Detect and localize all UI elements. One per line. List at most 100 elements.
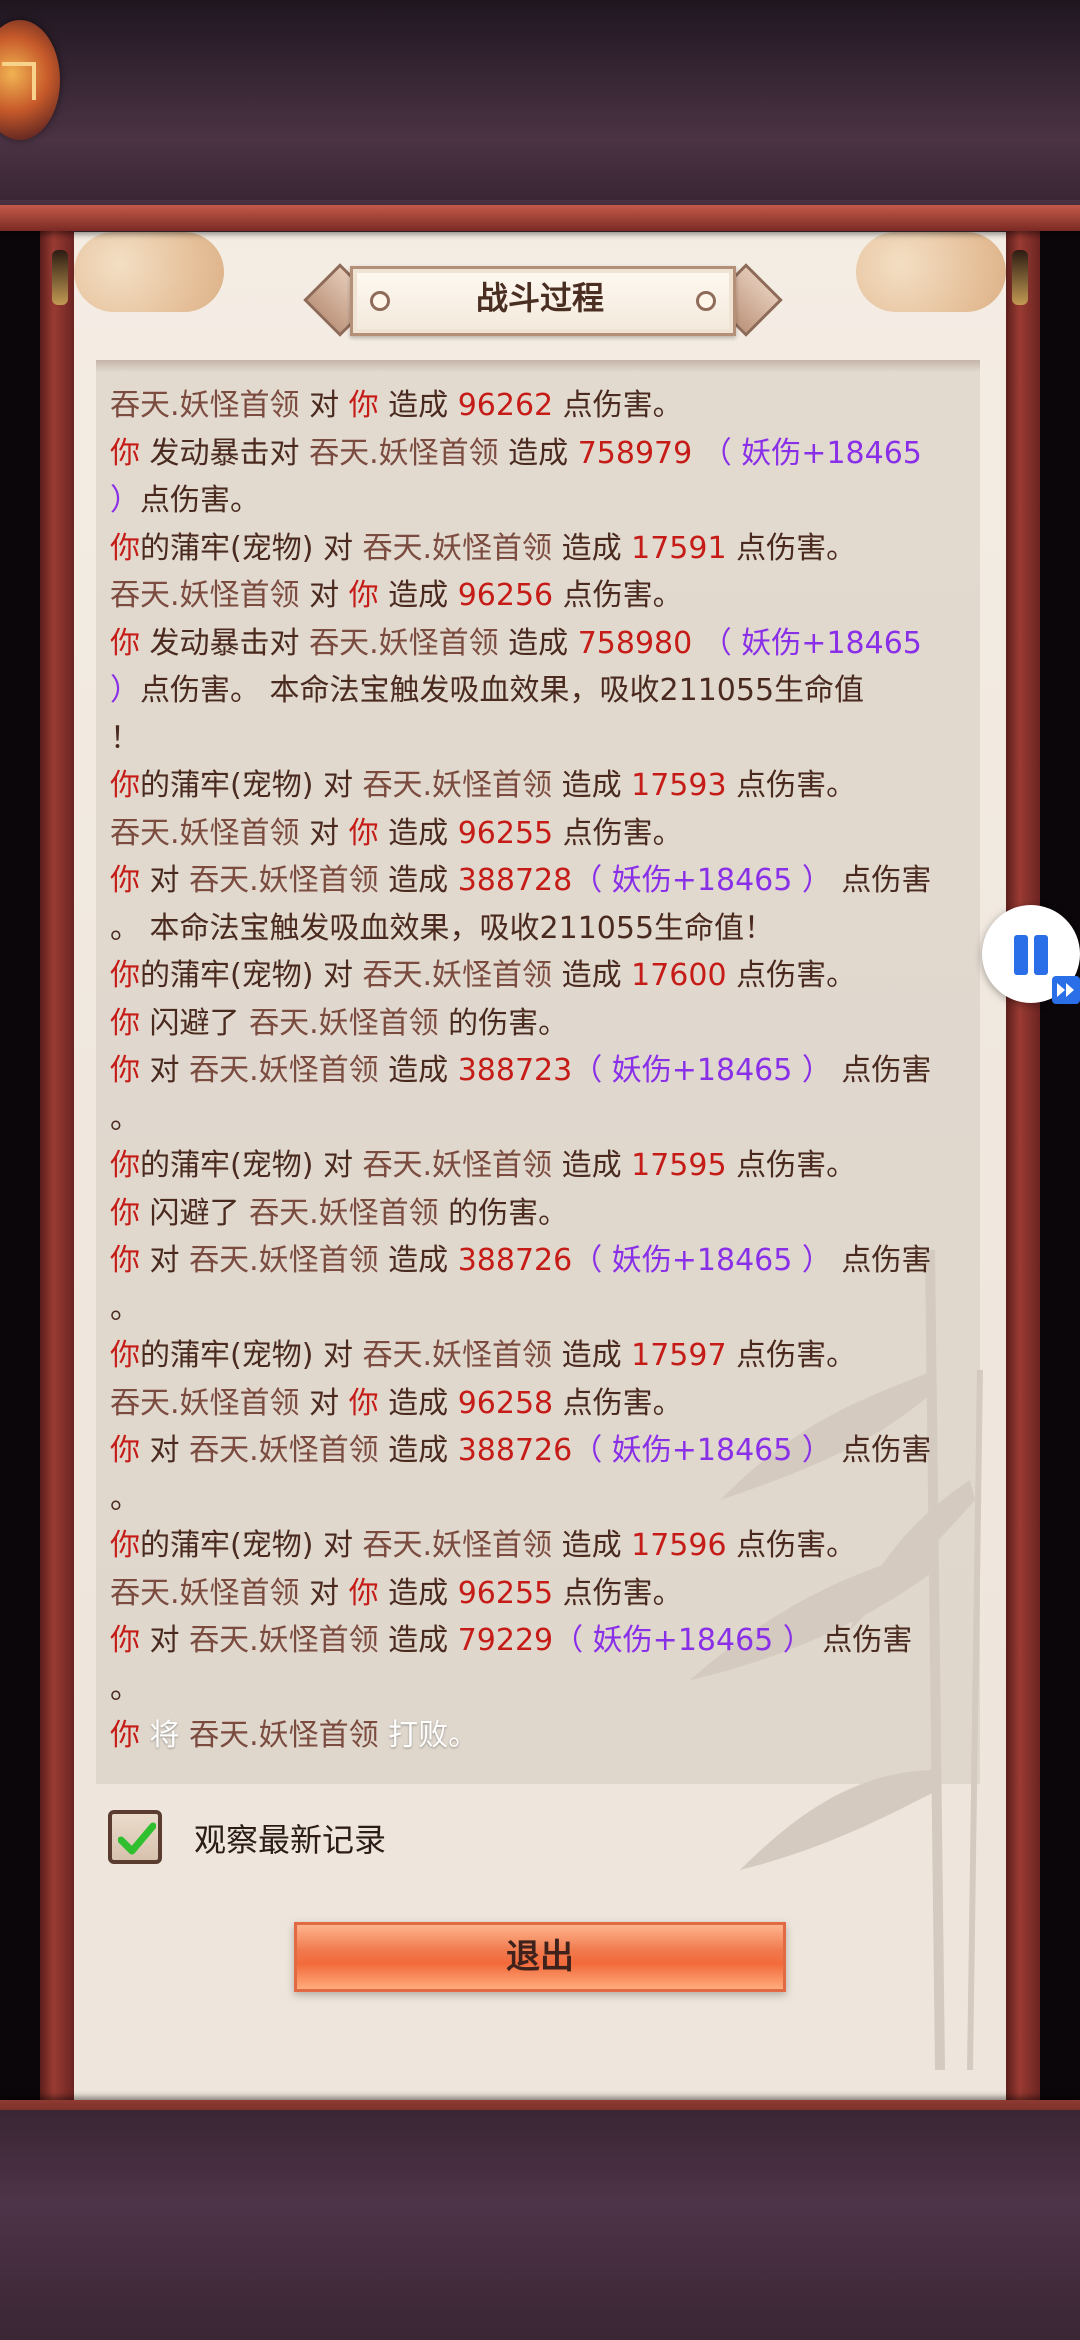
log-segment-bonus: （ 妖伤+18465 ） [572, 1433, 832, 1468]
log-segment-enemy: 吞天.妖怪首领 [362, 1528, 553, 1563]
log-segment-bonus: （ 妖伤+18465 [692, 435, 922, 471]
bottom-bar [0, 2110, 1080, 2340]
log-segment-bonus: （ 妖伤+18465 ） [553, 1623, 813, 1658]
log-segment-text: 的蒲牢(宠物) 对 [140, 1528, 363, 1563]
fast-forward-button[interactable] [1052, 976, 1080, 1004]
log-segment-you: 你 [110, 768, 140, 803]
log-segment-text: 点伤害。 本命法宝触发吸血效果，吸收211055生命值 [140, 673, 865, 708]
log-segment-enemy: 吞天.妖怪首领 [189, 1433, 379, 1468]
log-line: 你 对 吞天.妖怪首领 造成 388723（ 妖伤+18465 ） 点伤害 [110, 1047, 970, 1095]
log-segment-you: 你 [348, 578, 379, 613]
log-segment-enemy: 吞天.妖怪首领 [189, 1243, 379, 1278]
battle-log-scroll-area[interactable]: 吞天.妖怪首领 对 你 造成 96262 点伤害。你 发动暴击对 吞天.妖怪首领… [96, 360, 980, 1784]
log-line: 你的蒲牢(宠物) 对 吞天.妖怪首领 造成 17595 点伤害。 [110, 1142, 970, 1190]
log-segment-text: 发动暴击对 [140, 435, 310, 471]
log-line: 吞天.妖怪首领 对 你 造成 96255 点伤害。 [110, 810, 970, 858]
log-segment-enemy: 吞天.妖怪首领 [309, 435, 499, 471]
log-line: 你 将 吞天.妖怪首领 打败。 [110, 1712, 970, 1760]
log-segment-text: 点伤害 [831, 1053, 932, 1088]
log-segment-num: 388726 [457, 1433, 573, 1468]
pause-icon [1014, 935, 1028, 975]
title-plaque: 战斗过程 [303, 260, 783, 340]
log-segment-num: 17593 [631, 768, 727, 803]
log-segment-you: 你 [110, 435, 140, 471]
log-segment-text: 的蒲牢(宠物) 对 [140, 1338, 363, 1373]
observe-latest-checkbox[interactable] [108, 1810, 162, 1864]
log-segment-text: 对 [140, 1053, 190, 1088]
log-line: 你 对 吞天.妖怪首领 造成 388728（ 妖伤+18465 ） 点伤害 [110, 857, 970, 905]
log-line: 。 [110, 1095, 970, 1143]
log-segment-text: 对 [140, 1433, 190, 1468]
log-segment-text: ！ [110, 720, 140, 756]
page-title: 战斗过程 [475, 279, 604, 317]
log-segment-num: 758980 [577, 625, 693, 661]
log-segment-text: 点伤害。 [553, 578, 683, 613]
log-segment-text: 点伤害 [831, 1243, 932, 1278]
log-segment-enemy: 吞天.妖怪首领 [110, 578, 300, 613]
log-line: 。 [110, 1475, 970, 1523]
side-shadow-right [1040, 220, 1080, 2110]
log-segment-text: 点伤害 [812, 1623, 913, 1658]
pause-icon-bar [1034, 935, 1048, 975]
log-line: 你的蒲牢(宠物) 对 吞天.妖怪首领 造成 17593 点伤害。 [110, 762, 970, 810]
log-line: 你 对 吞天.妖怪首领 造成 79229（ 妖伤+18465 ） 点伤害 [110, 1617, 970, 1665]
log-segment-text: 造成 [378, 1385, 458, 1421]
log-segment-enemy: 吞天.妖怪首领 [110, 1385, 300, 1421]
log-segment-you: 你 [110, 1528, 140, 1563]
frame-rail-top [0, 205, 1080, 231]
log-segment-num: 388723 [457, 1053, 573, 1088]
log-segment-enemy: 吞天.妖怪首领 [189, 1718, 379, 1753]
log-segment-text: 点伤害。 [726, 1338, 857, 1373]
log-line: 你 发动暴击对 吞天.妖怪首领 造成 758980 （ 妖伤+18465 [110, 620, 970, 668]
log-segment-text: 点伤害。 [553, 815, 683, 851]
log-segment-num: 17591 [631, 530, 727, 566]
log-line: 你的蒲牢(宠物) 对 吞天.妖怪首领 造成 17591 点伤害。 [110, 525, 970, 573]
log-segment-text: 对 [140, 863, 190, 898]
log-segment-text: 造成 [378, 1053, 458, 1088]
log-segment-bonus: ） [110, 483, 140, 518]
observe-latest-label[interactable]: 观察最新记录 [194, 1818, 386, 1862]
log-line: 吞天.妖怪首领 对 你 造成 96258 点伤害。 [110, 1380, 970, 1428]
side-shadow-left [0, 220, 40, 2110]
log-segment-text: 对 [299, 1385, 349, 1421]
log-segment-num: 758979 [577, 435, 693, 471]
log-segment-text: 。 [110, 1290, 140, 1326]
log-segment-text: 对 [140, 1243, 190, 1278]
log-segment-you: 你 [110, 625, 140, 661]
log-segment-text: 点伤害。 [726, 1528, 857, 1563]
log-segment-enemy: 吞天.妖怪首领 [309, 625, 499, 661]
log-line: 你 对 吞天.妖怪首领 造成 388726（ 妖伤+18465 ） 点伤害 [110, 1427, 970, 1475]
cloud-ornament-left [74, 232, 224, 312]
tassel-left-icon [52, 250, 68, 305]
log-line: 吞天.妖怪首领 对 你 造成 96262 点伤害。 [110, 382, 970, 430]
log-segment-num: 17596 [631, 1528, 727, 1563]
log-segment-text: 对 [299, 815, 349, 851]
log-segment-text: 造成 [378, 1575, 458, 1611]
log-line: 你 闪避了 吞天.妖怪首领 的伤害。 [110, 1000, 970, 1048]
log-segment-you: 你 [110, 1338, 140, 1373]
log-line: 。 [110, 1665, 970, 1713]
log-segment-text: 造成 [498, 435, 578, 471]
log-segment-enemy: 吞天.妖怪首领 [110, 1575, 300, 1611]
log-segment-you: 你 [110, 1623, 140, 1658]
log-segment-num: 388728 [457, 863, 573, 898]
exit-button-label: 退出 [506, 1937, 574, 1977]
exit-button[interactable]: 退出 [294, 1922, 786, 1992]
log-segment-text: 。 本命法宝触发吸血效果，吸收211055生命值！ [110, 910, 775, 946]
log-segment-you: 你 [348, 1385, 379, 1421]
log-segment-text: 点伤害 [831, 1433, 932, 1468]
log-segment-enemy: 吞天.妖怪首领 [362, 530, 553, 566]
log-segment-text: 造成 [498, 625, 578, 661]
log-segment-text: 。 [110, 1100, 140, 1136]
log-segment-text: 造成 [378, 1243, 458, 1278]
log-segment-you: 你 [110, 958, 140, 993]
log-segment-enemy: 吞天.妖怪首领 [362, 1338, 553, 1373]
log-segment-text: 造成 [552, 958, 632, 993]
log-segment-num: 96255 [457, 815, 554, 851]
log-segment-text: 点伤害。 [553, 388, 683, 423]
log-segment-text: 点伤害。 [553, 1385, 683, 1421]
log-segment-num: 79229 [457, 1623, 554, 1658]
log-segment-enemy: 吞天.妖怪首领 [189, 1623, 379, 1658]
log-segment-num: 96256 [457, 578, 554, 613]
log-segment-text: 对 [299, 388, 349, 423]
